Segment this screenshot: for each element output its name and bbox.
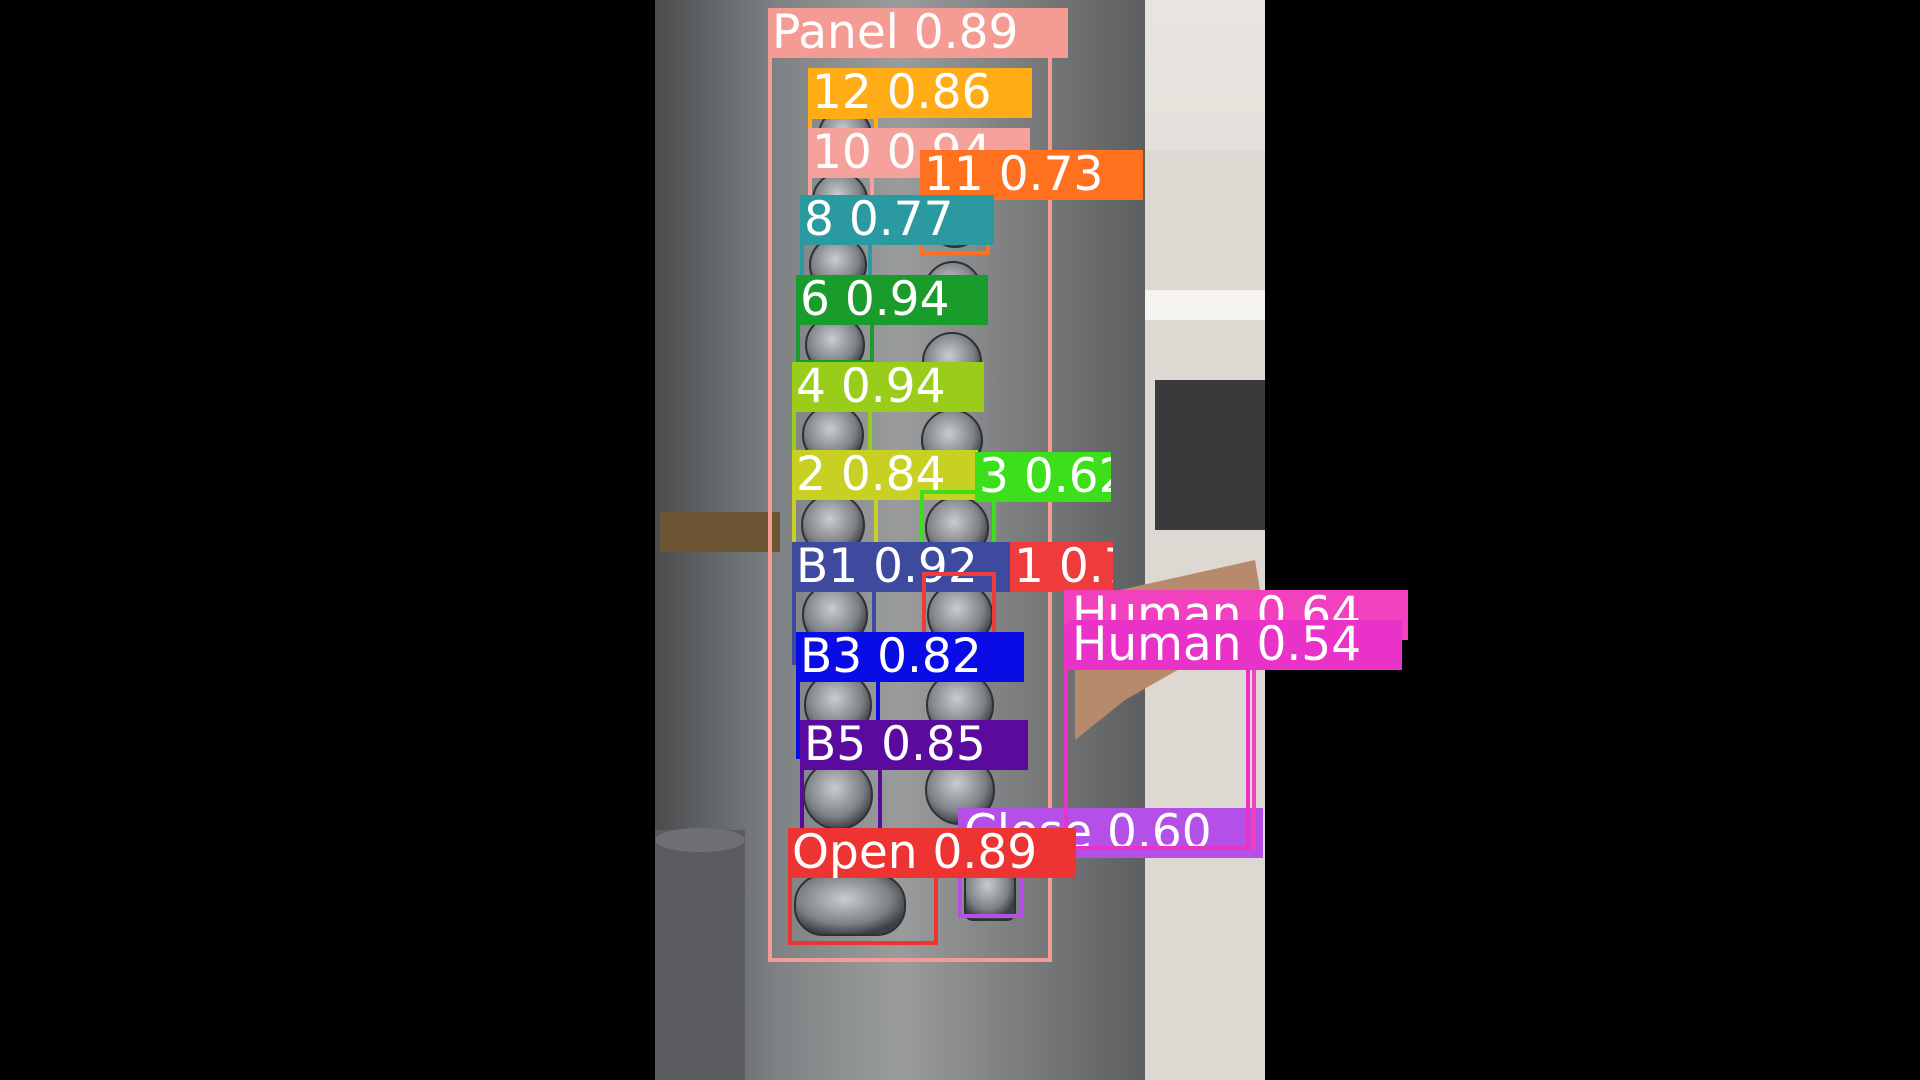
detection-scene: Panel 0.89 12 0.86 10 0.94 11 0.73 8 0.77 6 0… bbox=[0, 0, 1920, 1080]
detection-label: 6 0.94 bbox=[796, 275, 988, 325]
detection-label: 1 0.71 bbox=[1010, 542, 1113, 592]
detection-label: Human 0.54 bbox=[1068, 620, 1402, 670]
detection-label: B5 0.85 bbox=[800, 720, 1028, 770]
detection-label: 8 0.77 bbox=[800, 195, 994, 245]
detection-label: 12 0.86 bbox=[808, 68, 1032, 118]
detection-label: 11 0.73 bbox=[920, 150, 1143, 200]
detection-box bbox=[922, 572, 996, 637]
detection-label: 3 0.62 bbox=[975, 452, 1111, 502]
detection-label: 4 0.94 bbox=[792, 362, 984, 412]
detection-label: Panel 0.89 bbox=[768, 8, 1068, 58]
detection-label: B3 0.82 bbox=[796, 632, 1024, 682]
detection-label: Open 0.89 bbox=[788, 828, 1076, 878]
